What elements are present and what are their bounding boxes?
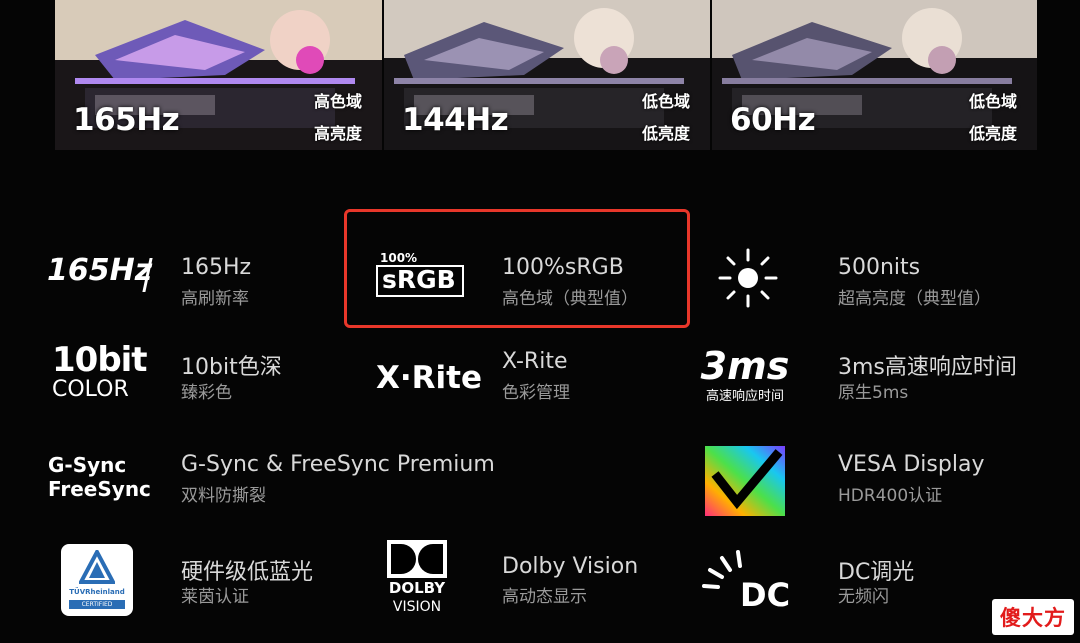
comparison-shot-60hz: 60Hz 低色域 低亮度 xyxy=(712,0,1037,150)
feature-subtitle: 臻彩色 xyxy=(181,383,232,403)
brightness-label: 低亮度 xyxy=(641,124,690,143)
feature-title: G-Sync & FreeSync Premium xyxy=(181,452,495,477)
165hz-icon: 165Hz xyxy=(47,252,155,296)
watermark-badge: 傻大方 xyxy=(992,599,1074,635)
feature-title: X-Rite xyxy=(502,349,568,374)
refresh-rate-label: 60Hz xyxy=(730,102,816,138)
refresh-rate-label: 144Hz xyxy=(402,102,509,138)
dc-dimming-icon: DC xyxy=(700,546,790,616)
feature-subtitle: 无频闪 xyxy=(838,587,889,607)
xrite-logo-icon: X·Rite xyxy=(376,360,483,396)
feature-subtitle: 色彩管理 xyxy=(502,383,570,403)
feature-subtitle: HDR400认证 xyxy=(838,486,943,506)
gamut-label: 高色域 xyxy=(313,92,362,111)
dolby-double-d-icon xyxy=(387,540,447,578)
dolby-vision-icon: DOLBY VISION xyxy=(385,540,449,620)
brightness-label: 低亮度 xyxy=(968,124,1017,143)
3ms-icon: 3ms 高速响应时间 xyxy=(700,344,790,404)
gamut-label: 低色域 xyxy=(641,92,690,111)
vesa-hdr-icon xyxy=(705,446,785,516)
10bit-color-icon: 10bit COLOR xyxy=(52,340,148,402)
refresh-rate-label: 165Hz xyxy=(73,102,180,138)
gamut-label: 低色域 xyxy=(968,92,1017,111)
gsync-freesync-icon: G-Sync FreeSync xyxy=(48,453,151,501)
feature-title: 165Hz xyxy=(181,255,252,280)
feature-title: 500nits xyxy=(838,255,921,280)
feature-subtitle: 双料防撕裂 xyxy=(181,486,266,506)
feature-subtitle: 高色域（典型值） xyxy=(502,289,638,309)
feature-title: 3ms高速响应时间 xyxy=(838,355,1017,380)
feature-subtitle: 超高亮度（典型值） xyxy=(838,289,991,309)
feature-subtitle: 高刷新率 xyxy=(181,289,249,309)
comparison-shot-165hz: 165Hz 高色域 高亮度 xyxy=(55,0,382,150)
feature-subtitle: 原生5ms xyxy=(838,383,909,403)
sun-icon xyxy=(718,248,778,308)
feature-subtitle: 高动态显示 xyxy=(502,587,587,607)
feature-subtitle: 莱茵认证 xyxy=(181,587,249,607)
feature-title: VESA Display xyxy=(838,452,985,477)
tuv-certified-icon: TÜVRheinland CERTIFIED xyxy=(61,544,133,616)
comparison-shot-144hz: 144Hz 低色域 低亮度 xyxy=(384,0,710,150)
triangle-logo-icon xyxy=(79,550,115,584)
feature-title: 10bit色深 xyxy=(181,355,282,380)
feature-title: 100%sRGB xyxy=(502,255,624,280)
feature-title: Dolby Vision xyxy=(502,554,639,579)
srgb-icon: 100% sRGB xyxy=(376,251,466,299)
brightness-label: 高亮度 xyxy=(313,124,362,143)
